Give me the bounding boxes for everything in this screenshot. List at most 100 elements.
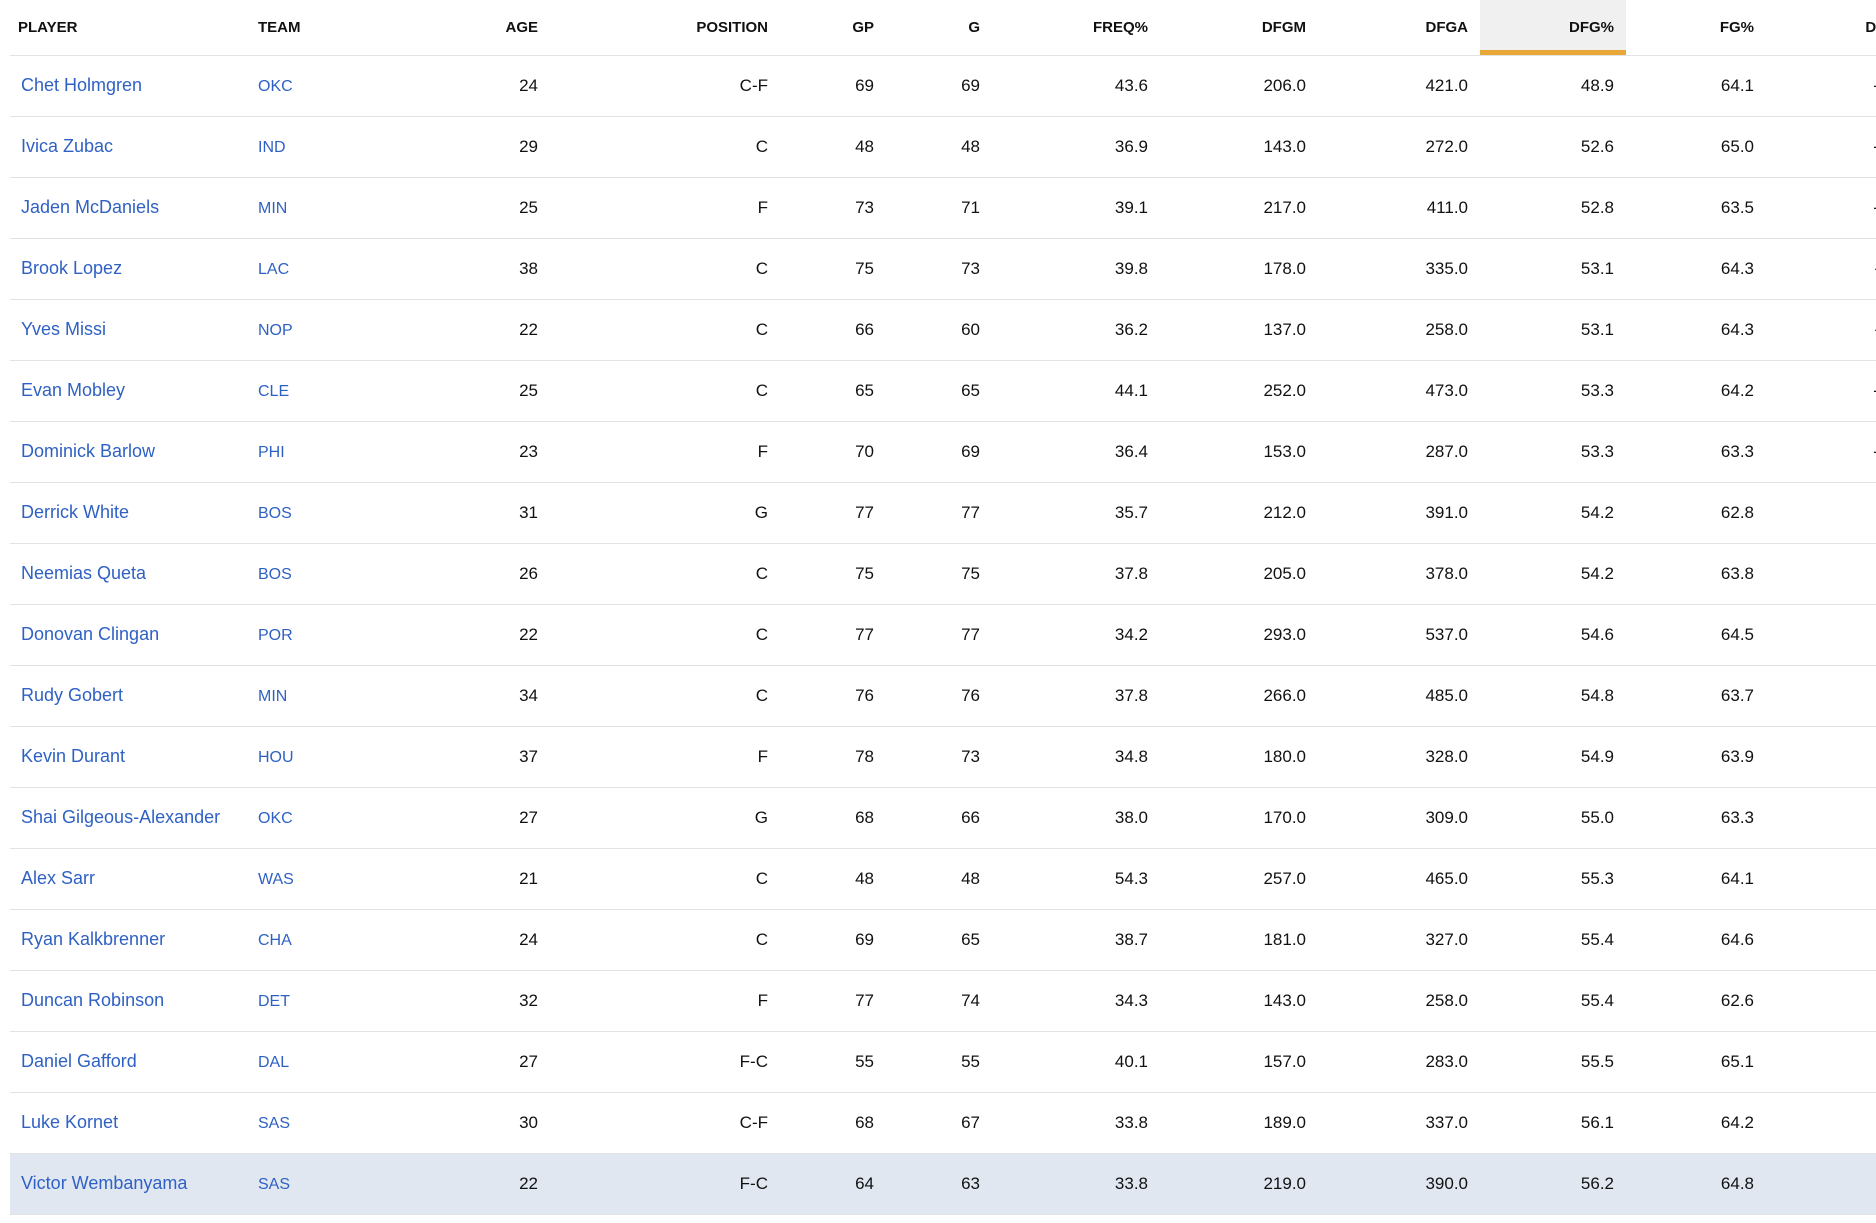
cell-fgp: 63.9: [1626, 726, 1766, 788]
team-link[interactable]: CLE: [258, 383, 289, 400]
team-link[interactable]: OKC: [258, 810, 293, 827]
cell-age: 31: [350, 482, 550, 544]
team-link[interactable]: DET: [258, 993, 290, 1010]
cell-fgp: 65.0: [1626, 116, 1766, 178]
cell-fgp: 64.8: [1626, 1153, 1766, 1215]
player-link[interactable]: Luke Kornet: [21, 1112, 118, 1132]
team-link[interactable]: SAS: [258, 1176, 290, 1193]
player-link[interactable]: Derrick White: [21, 502, 129, 522]
cell-diff: -8.1: [1766, 1092, 1876, 1154]
table-row: Donovan Clingan POR 22 C 77 77 34.2 293.0 537.0 5…: [10, 604, 1876, 666]
cell-dfga: 473.0: [1318, 360, 1480, 422]
table-row: Duncan Robinson DET 32 F 77 74 34.3 143.0 258.0 5…: [10, 970, 1876, 1032]
team-link[interactable]: SAS: [258, 1115, 290, 1132]
team-link[interactable]: POR: [258, 627, 293, 644]
table-row: Derrick White BOS 31 G 77 77 35.7 212.0 391.0 54.…: [10, 482, 1876, 544]
cell-position: F: [550, 726, 780, 788]
cell-dfgm: 219.0: [1160, 1153, 1318, 1215]
cell-dfga: 485.0: [1318, 665, 1480, 727]
team-link[interactable]: BOS: [258, 566, 292, 583]
cell-g: 76: [886, 665, 992, 727]
team-link[interactable]: WAS: [258, 871, 294, 888]
cell-position: F: [550, 421, 780, 483]
cell-player: Ivica Zubac: [10, 116, 250, 178]
column-header-dfgm[interactable]: DFGM: [1160, 0, 1318, 56]
player-link[interactable]: Evan Mobley: [21, 380, 125, 400]
team-link[interactable]: MIN: [258, 200, 287, 217]
column-header-gp[interactable]: GP: [780, 0, 886, 56]
player-link[interactable]: Yves Missi: [21, 319, 106, 339]
player-link[interactable]: Brook Lopez: [21, 258, 122, 278]
player-link[interactable]: Daniel Gafford: [21, 1051, 137, 1071]
cell-diff: -10.0: [1766, 421, 1876, 483]
team-link[interactable]: LAC: [258, 261, 289, 278]
player-link[interactable]: Victor Wembanyama: [21, 1173, 187, 1193]
team-link[interactable]: MIN: [258, 688, 287, 705]
player-link[interactable]: Shai Gilgeous-Alexander: [21, 807, 220, 827]
cell-player: Evan Mobley: [10, 360, 250, 422]
cell-freq: 38.0: [992, 787, 1160, 849]
column-header-g[interactable]: G: [886, 0, 992, 56]
player-link[interactable]: Jaden McDaniels: [21, 197, 159, 217]
player-link[interactable]: Dominick Barlow: [21, 441, 155, 461]
cell-age: 25: [350, 360, 550, 422]
cell-dfgm: 137.0: [1160, 299, 1318, 361]
cell-gp: 77: [780, 482, 886, 544]
column-header-dfg-pct-sorted[interactable]: DFG%: [1480, 0, 1626, 56]
cell-age: 27: [350, 1031, 550, 1093]
cell-fgp: 63.3: [1626, 421, 1766, 483]
cell-age: 24: [350, 909, 550, 971]
cell-dfgm: 206.0: [1160, 55, 1318, 117]
column-header-position[interactable]: POSITION: [550, 0, 780, 56]
team-link[interactable]: DAL: [258, 1054, 289, 1071]
player-link[interactable]: Alex Sarr: [21, 868, 95, 888]
player-link[interactable]: Chet Holmgren: [21, 75, 142, 95]
cell-fgp: 64.2: [1626, 1092, 1766, 1154]
cell-gp: 68: [780, 1092, 886, 1154]
cell-diff: -10.9: [1766, 360, 1876, 422]
team-link[interactable]: IND: [258, 139, 286, 156]
cell-team: SAS: [250, 1153, 350, 1215]
column-header-dfga[interactable]: DFGA: [1318, 0, 1480, 56]
cell-fgp: 64.2: [1626, 360, 1766, 422]
cell-g: 66: [886, 787, 992, 849]
cell-diff: -8.8: [1766, 848, 1876, 910]
player-link[interactable]: Kevin Durant: [21, 746, 125, 766]
player-link[interactable]: Neemias Queta: [21, 563, 146, 583]
cell-dfga: 258.0: [1318, 299, 1480, 361]
cell-gp: 65: [780, 360, 886, 422]
cell-gp: 77: [780, 604, 886, 666]
team-link[interactable]: CHA: [258, 932, 292, 949]
cell-player: Yves Missi: [10, 299, 250, 361]
column-header-player[interactable]: PLAYER: [10, 0, 250, 56]
team-link[interactable]: HOU: [258, 749, 294, 766]
cell-team: CHA: [250, 909, 350, 971]
column-header-fg-pct[interactable]: FG%: [1626, 0, 1766, 56]
team-link[interactable]: BOS: [258, 505, 292, 522]
table-row: Brook Lopez LAC 38 C 75 73 39.8 178.0 335.0 53.1 6…: [10, 238, 1876, 300]
cell-g: 65: [886, 909, 992, 971]
player-link[interactable]: Rudy Gobert: [21, 685, 123, 705]
cell-dfgm: 257.0: [1160, 848, 1318, 910]
team-link[interactable]: PHI: [258, 444, 285, 461]
cell-g: 65: [886, 360, 992, 422]
team-link[interactable]: NOP: [258, 322, 293, 339]
player-link[interactable]: Donovan Clingan: [21, 624, 159, 644]
cell-player: Ryan Kalkbrenner: [10, 909, 250, 971]
cell-dfgp: 54.8: [1480, 665, 1626, 727]
column-header-team[interactable]: TEAM: [250, 0, 350, 56]
player-link[interactable]: Ivica Zubac: [21, 136, 113, 156]
cell-g: 69: [886, 421, 992, 483]
cell-position: C: [550, 116, 780, 178]
cell-dfgm: 252.0: [1160, 360, 1318, 422]
cell-dfgp: 53.3: [1480, 360, 1626, 422]
player-link[interactable]: Duncan Robinson: [21, 990, 164, 1010]
column-header-age[interactable]: AGE: [350, 0, 550, 56]
cell-dfga: 421.0: [1318, 55, 1480, 117]
player-link[interactable]: Ryan Kalkbrenner: [21, 929, 165, 949]
table-row: Rudy Gobert MIN 34 C 76 76 37.8 266.0 485.0 54.8 6…: [10, 665, 1876, 727]
cell-dfgm: 178.0: [1160, 238, 1318, 300]
column-header-freq[interactable]: FREQ%: [992, 0, 1160, 56]
team-link[interactable]: OKC: [258, 78, 293, 95]
column-header-diff-pct[interactable]: DIFF%: [1766, 0, 1876, 56]
